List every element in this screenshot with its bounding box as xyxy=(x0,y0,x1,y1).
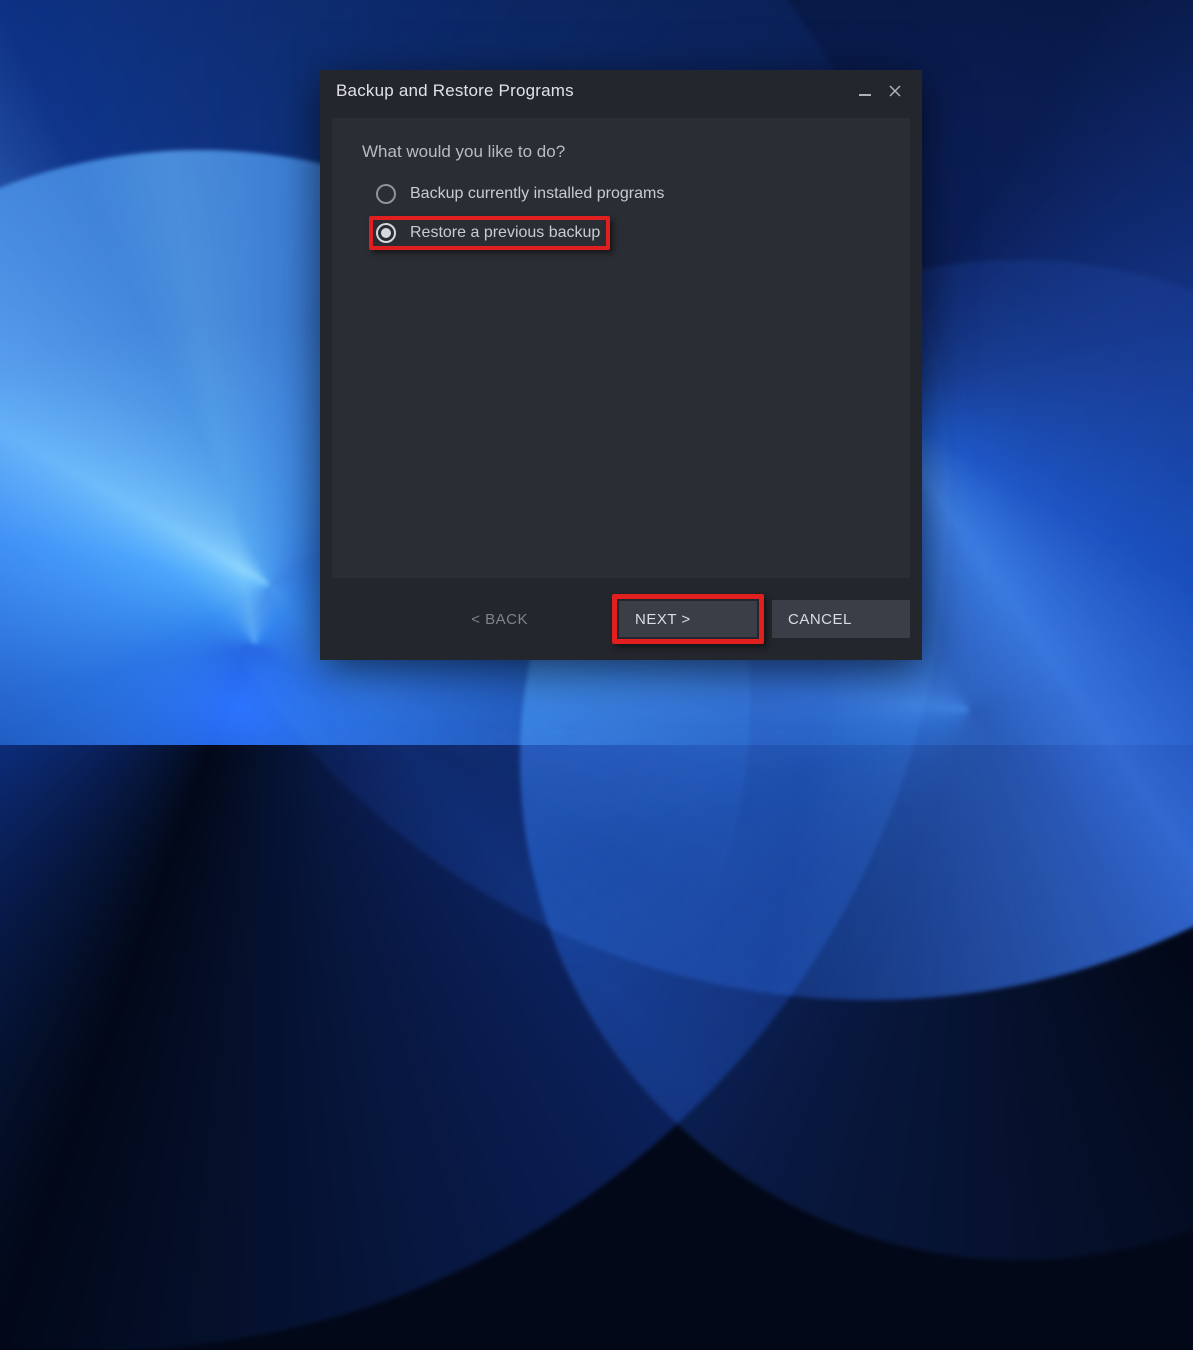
minimize-icon xyxy=(858,84,872,98)
highlight-restore-option: Restore a previous backup xyxy=(369,216,610,250)
next-button[interactable]: NEXT > xyxy=(619,601,757,637)
prompt-text: What would you like to do? xyxy=(362,142,880,162)
minimize-button[interactable] xyxy=(854,80,876,102)
dialog-footer: < BACK NEXT > CANCEL xyxy=(320,578,922,660)
cancel-button[interactable]: CANCEL xyxy=(772,600,910,638)
dialog-titlebar: Backup and Restore Programs xyxy=(320,70,922,108)
option-backup[interactable]: Backup currently installed programs xyxy=(376,184,880,204)
dialog-title: Backup and Restore Programs xyxy=(336,81,854,101)
button-label: < BACK xyxy=(471,611,528,628)
close-icon xyxy=(888,84,902,98)
window-controls xyxy=(854,80,906,102)
button-label: CANCEL xyxy=(788,611,852,628)
back-button: < BACK xyxy=(455,600,544,638)
content-panel: What would you like to do? Backup curren… xyxy=(332,118,910,578)
dialog-body: What would you like to do? Backup curren… xyxy=(320,108,922,578)
highlight-next-button: NEXT > xyxy=(612,594,764,644)
close-button[interactable] xyxy=(884,80,906,102)
option-restore[interactable]: Restore a previous backup xyxy=(376,223,600,243)
options-group: Backup currently installed programs Rest… xyxy=(362,184,880,250)
radio-icon xyxy=(376,184,396,204)
option-label: Restore a previous backup xyxy=(410,224,600,242)
radio-icon xyxy=(376,223,396,243)
backup-restore-dialog: Backup and Restore Programs What would y… xyxy=(320,70,922,660)
option-label: Backup currently installed programs xyxy=(410,185,664,203)
button-label: NEXT > xyxy=(635,611,691,628)
